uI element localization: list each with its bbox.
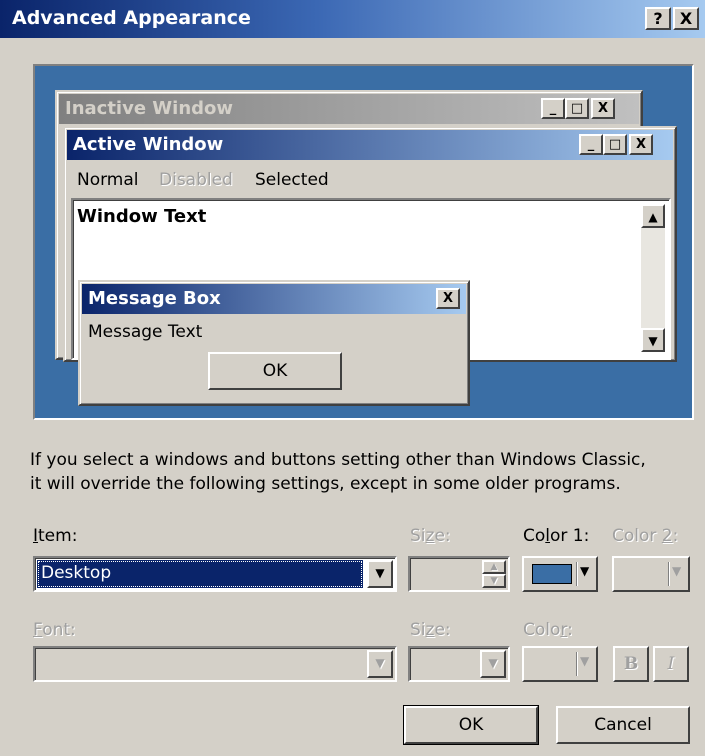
font-size-label: Size: [410,620,451,640]
message-box-title: Message Box [88,288,221,309]
item-dropdown[interactable]: Desktop ▼ [33,556,397,592]
color1-button[interactable]: ▼ [522,556,598,592]
menu-disabled: Disabled [159,170,233,190]
scroll-up-icon: ▲ [641,204,665,228]
font-label: Font: [33,620,76,640]
active-window-title: Active Window [73,134,224,155]
minimize-icon: _ [579,134,603,155]
maximize-icon: □ [565,98,589,119]
menu-normal: Normal [77,170,139,190]
chevron-down-icon[interactable]: ▼ [367,560,393,588]
italic-button[interactable]: I [653,646,689,682]
maximize-icon: □ [603,134,627,155]
chevron-down-icon[interactable]: ▼ [367,650,393,678]
preview-area[interactable]: Inactive Window _ □ X Active Window _ □ … [33,64,694,420]
scroll-down-icon: ▼ [641,328,665,352]
color1-swatch [532,564,572,584]
close-icon: X [591,98,615,119]
font-color-label: Color: [523,620,573,640]
chevron-down-icon: ▼ [672,564,682,578]
scrollbar-track [641,228,665,328]
font-color-button[interactable]: ▼ [522,646,598,682]
message-text: Message Text [88,322,203,342]
menu-selected: Selected [255,170,329,190]
spin-up-icon[interactable]: ▲ [482,560,506,574]
item-label: Item: [33,526,78,546]
spin-down-icon[interactable]: ▼ [482,574,506,588]
item-selected-highlight: Desktop [37,560,363,588]
size-spinner[interactable]: ▲ ▼ [408,556,510,592]
separator [668,562,670,586]
inactive-window-caption: Inactive Window _ □ X [59,94,639,124]
title-bar: Advanced Appearance ? X [0,0,705,38]
inactive-window-title: Inactive Window [65,98,234,119]
chevron-down-icon: ▼ [580,654,590,668]
message-ok-button: OK [208,352,342,390]
chevron-down-icon[interactable]: ▼ [480,650,506,678]
message-box-caption: Message Box X [82,284,466,314]
message-box: Message Box X Message Text OK [78,280,470,406]
active-window-caption: Active Window _ □ X [67,130,673,160]
item-value: Desktop [41,563,112,583]
font-dropdown[interactable]: ▼ [33,646,397,682]
cancel-button[interactable]: Cancel [556,706,690,744]
size-label: Size: [410,526,451,546]
color1-label: Color 1: [523,526,590,546]
bold-button[interactable]: B [613,646,649,682]
chevron-down-icon: ▼ [580,564,590,578]
info-text: If you select a windows and buttons sett… [30,448,700,496]
dialog-title: Advanced Appearance [12,7,251,29]
info-line-1: If you select a windows and buttons sett… [30,450,646,470]
color2-button[interactable]: ▼ [612,556,690,592]
help-button[interactable]: ? [645,7,671,30]
font-size-dropdown[interactable]: ▼ [408,646,510,682]
close-icon: X [629,134,653,155]
close-icon: X [436,288,460,309]
window-text: Window Text [77,206,207,227]
close-button[interactable]: X [673,7,699,30]
info-line-2: it will override the following settings,… [30,474,621,494]
separator [576,562,578,586]
separator [576,652,578,676]
minimize-icon: _ [541,98,565,119]
ok-button[interactable]: OK [403,705,539,745]
color2-label: Color 2: [612,526,679,546]
